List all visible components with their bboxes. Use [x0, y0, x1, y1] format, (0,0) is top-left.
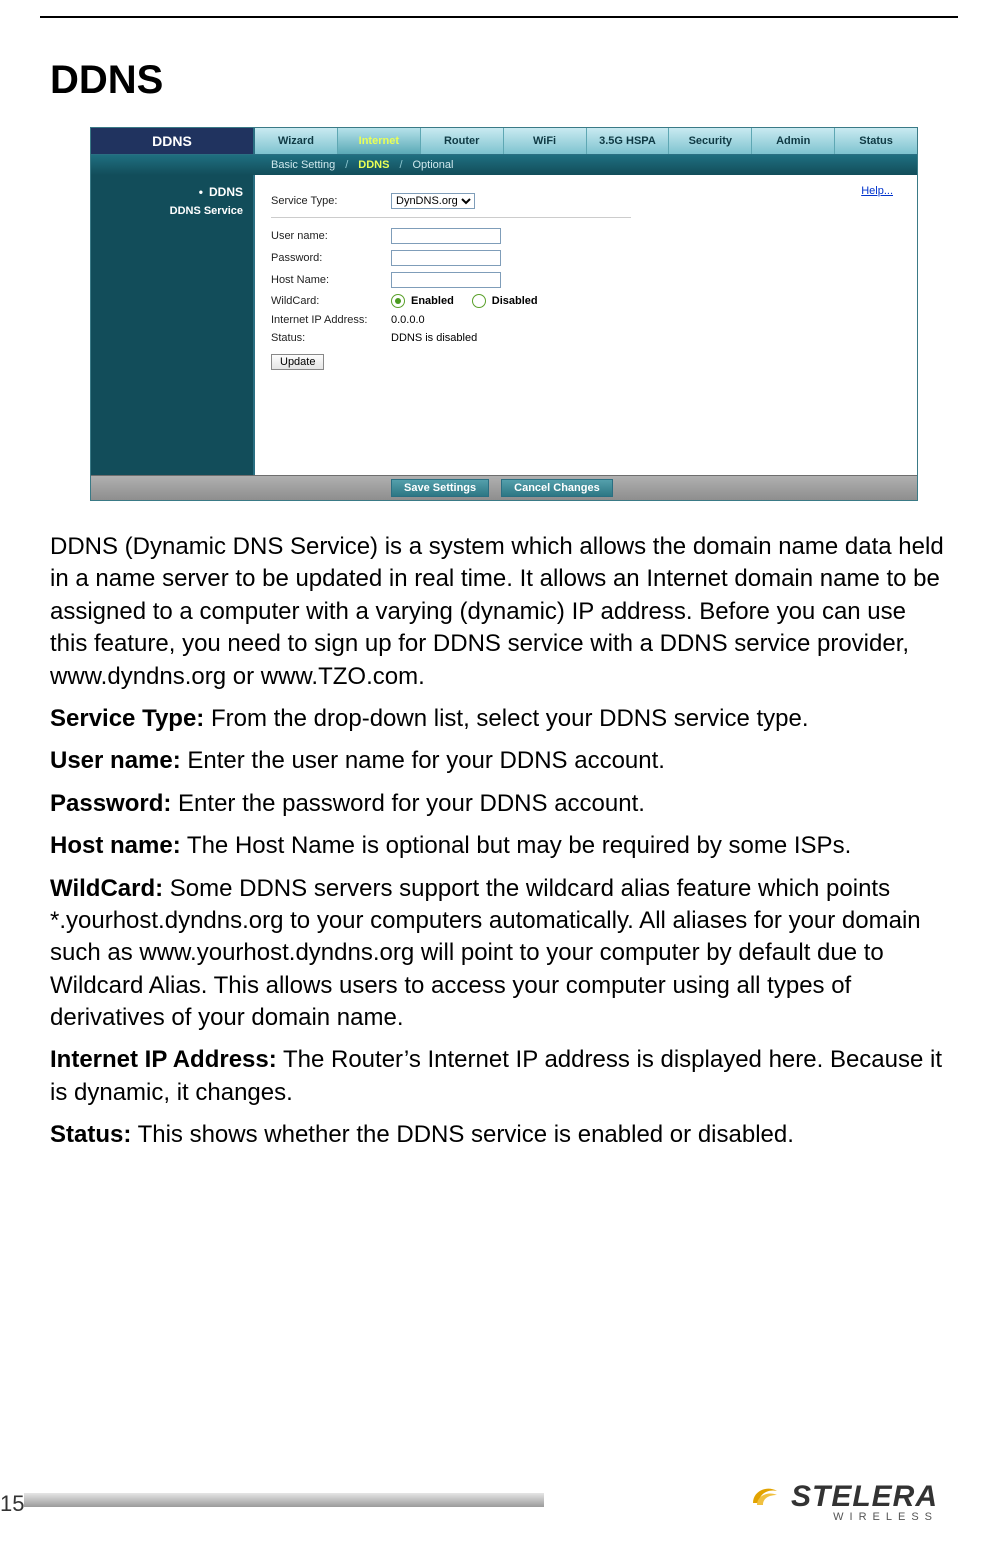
wildcard-disabled-text: Disabled [492, 295, 538, 307]
tab-status[interactable]: Status [834, 128, 917, 154]
service-type-paragraph: Service Type: From the drop-down list, s… [50, 703, 948, 735]
subtab-sep1: / [345, 159, 348, 171]
subtab-optional[interactable]: Optional [413, 159, 454, 171]
hostname-input[interactable] [391, 272, 501, 288]
status-value: DDNS is disabled [391, 332, 477, 344]
sidebar-item-ddns-service[interactable]: DDNS Service [91, 203, 253, 219]
page-badge: DDNS [91, 128, 255, 154]
help-link[interactable]: Help... [861, 185, 893, 197]
service-type-select[interactable]: DynDNS.org [391, 193, 475, 209]
intro-paragraph: DDNS (Dynamic DNS Service) is a system w… [50, 531, 948, 693]
tab-hspa[interactable]: 3.5G HSPA [586, 128, 669, 154]
ip-paragraph: Internet IP Address: The Router’s Intern… [50, 1044, 948, 1109]
status-label: Status: [271, 332, 391, 344]
wildcard-paragraph: WildCard: Some DDNS servers support the … [50, 873, 948, 1035]
divider [271, 217, 631, 218]
service-type-text: From the drop-down list, select your DDN… [204, 705, 808, 732]
password-label: Password: [271, 252, 391, 264]
tab-router[interactable]: Router [420, 128, 503, 154]
password-term: Password: [50, 790, 171, 817]
wildcard-enabled-text: Enabled [411, 295, 454, 307]
password-input[interactable] [391, 250, 501, 266]
wildcard-disabled-radio[interactable] [472, 294, 486, 308]
document-body: DDNS (Dynamic DNS Service) is a system w… [50, 531, 948, 1152]
tab-admin[interactable]: Admin [751, 128, 834, 154]
service-type-label: Service Type: [271, 195, 391, 207]
wildcard-term: WildCard: [50, 875, 163, 902]
footer-bar [24, 1493, 544, 1507]
tab-security[interactable]: Security [668, 128, 751, 154]
wildcard-text: Some DDNS servers support the wildcard a… [50, 875, 921, 1032]
hostname-text: The Host Name is optional but may be req… [181, 832, 852, 859]
hostname-term: Host name: [50, 832, 181, 859]
status-term: Status: [50, 1121, 131, 1148]
username-paragraph: User name: Enter the user name for your … [50, 745, 948, 777]
ip-label: Internet IP Address: [271, 314, 391, 326]
wildcard-enabled-radio[interactable] [391, 294, 405, 308]
page-title: DDNS [50, 58, 998, 103]
top-rule [40, 16, 958, 18]
username-term: User name: [50, 747, 181, 774]
router-admin-screenshot: DDNS Wizard Internet Router WiFi 3.5G HS… [90, 127, 918, 501]
status-paragraph: Status: This shows whether the DDNS serv… [50, 1119, 948, 1151]
ip-value: 0.0.0.0 [391, 314, 425, 326]
save-settings-button[interactable]: Save Settings [391, 479, 489, 497]
username-label: User name: [271, 230, 391, 242]
cancel-changes-button[interactable]: Cancel Changes [501, 479, 613, 497]
sidebar: DDNS DDNS Service [91, 175, 255, 475]
username-text: Enter the user name for your DDNS accoun… [181, 747, 665, 774]
subtab-sep2: / [399, 159, 402, 171]
tab-wizard[interactable]: Wizard [255, 128, 337, 154]
hostname-label: Host Name: [271, 274, 391, 286]
page-footer: 15 STELERA WIRELESS [0, 1483, 998, 1523]
password-text: Enter the password for your DDNS account… [171, 790, 645, 817]
subtab-basic[interactable]: Basic Setting [271, 159, 335, 171]
sidebar-heading: DDNS [91, 181, 253, 203]
page-number: 15 [0, 1491, 24, 1517]
subtab-ddns[interactable]: DDNS [358, 159, 389, 171]
service-type-term: Service Type: [50, 705, 204, 732]
brand-logo: STELERA WIRELESS [747, 1479, 938, 1523]
form-footer: Save Settings Cancel Changes [91, 475, 917, 500]
sub-tabs: Basic Setting / DDNS / Optional [91, 154, 917, 175]
hostname-paragraph: Host name: The Host Name is optional but… [50, 830, 948, 862]
form-panel: Help... Service Type: DynDNS.org User na… [255, 175, 917, 475]
wildcard-label: WildCard: [271, 295, 391, 307]
main-tabs: Wizard Internet Router WiFi 3.5G HSPA Se… [255, 128, 917, 154]
tab-internet[interactable]: Internet [337, 128, 420, 154]
brand-name: STELERA [791, 1480, 938, 1514]
brand-swirl-icon [747, 1479, 783, 1515]
ip-term: Internet IP Address: [50, 1046, 277, 1073]
tab-wifi[interactable]: WiFi [503, 128, 586, 154]
status-text: This shows whether the DDNS service is e… [131, 1121, 794, 1148]
update-button[interactable]: Update [271, 354, 324, 370]
username-input[interactable] [391, 228, 501, 244]
password-paragraph: Password: Enter the password for your DD… [50, 788, 948, 820]
